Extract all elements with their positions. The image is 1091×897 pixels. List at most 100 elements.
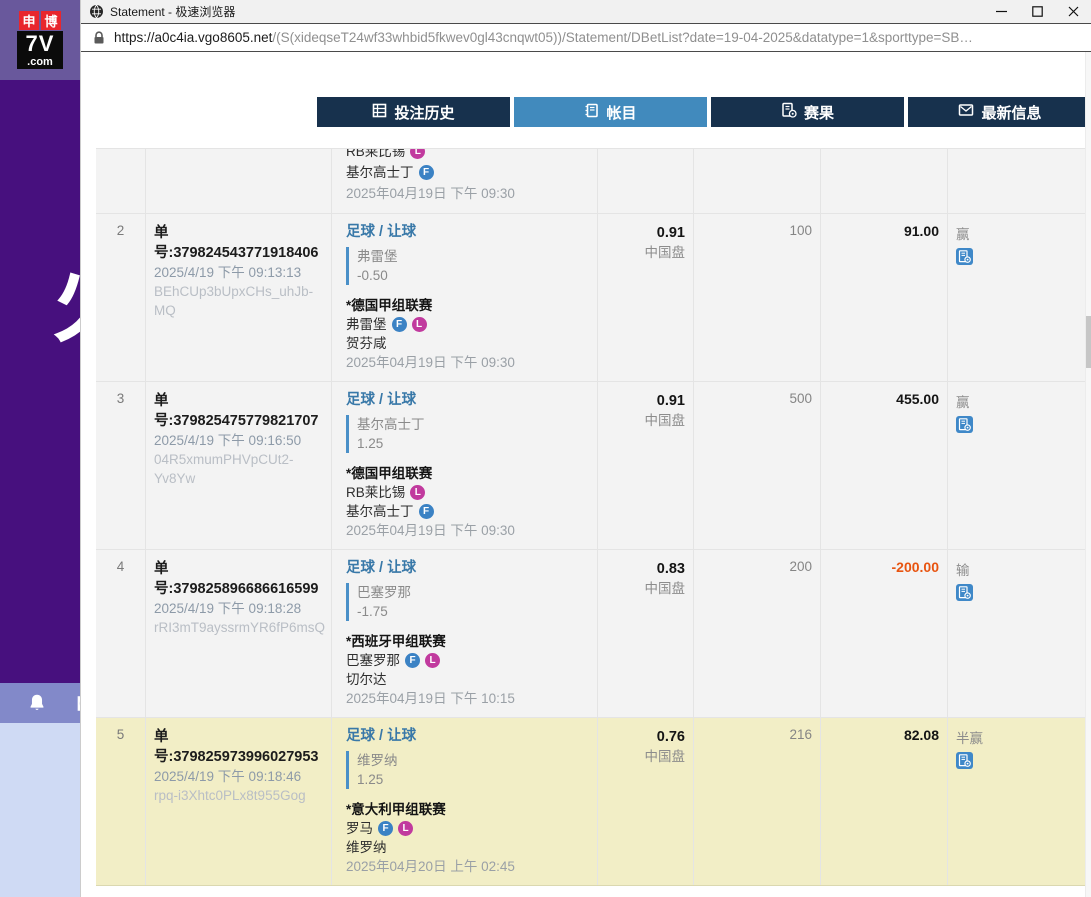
close-button[interactable] — [1055, 0, 1091, 23]
match-result-icon[interactable] — [956, 416, 973, 433]
maximize-button[interactable] — [1019, 0, 1055, 23]
odds-cell: 0.76 中国盘 — [598, 718, 694, 885]
subtotal-label: 小计 (赢) — [96, 886, 694, 897]
bet-ref-code: rRI3mT9ayssrmYR6fP6msQ — [154, 618, 323, 637]
tab-statement[interactable]: 帐目 — [514, 97, 707, 127]
status-cell: 输 — [948, 550, 1086, 717]
odds-type: 中国盘 — [606, 243, 685, 262]
detail-cell: 足球 / 让球 基尔高士丁 1.25 *德国甲组联赛 RB莱比锡 L 基尔高士丁… — [332, 382, 598, 549]
pick-team: 弗雷堡 — [357, 247, 589, 266]
league-name: *德国甲组联赛 — [346, 464, 589, 483]
notice-bar: 【 — [0, 683, 80, 723]
vertical-scrollbar[interactable] — [1085, 52, 1091, 897]
logo-block-bo: 博 — [41, 11, 61, 30]
market-link[interactable]: 足球 / 让球 — [346, 727, 416, 746]
team-name: 贺芬咸 — [346, 334, 387, 353]
market-link[interactable]: 足球 / 让球 — [346, 559, 416, 578]
row-index — [96, 149, 146, 213]
bet-ref-code: 04R5xmumPHVpCUt2-Yv8Yw — [154, 450, 323, 488]
bet-row: 2 单号:379824543771918406 2025/4/19 下午 09:… — [96, 214, 1086, 382]
home-team-line: 罗马 FL — [346, 819, 589, 838]
sidebar-lower-panel — [0, 723, 80, 897]
match-time: 2025年04月19日 下午 10:15 — [346, 689, 589, 708]
bet-row: 4 单号:379825896686616599 2025/4/19 下午 09:… — [96, 550, 1086, 718]
handicap-value: -0.50 — [357, 266, 589, 285]
mail-icon — [958, 103, 974, 121]
tab-label: 最新信息 — [981, 102, 1041, 123]
odds-cell — [598, 149, 694, 213]
order-cell: 单号:379825896686616599 2025/4/19 下午 09:18… — [146, 550, 332, 717]
home-team-line: 弗雷堡 FL — [346, 315, 589, 334]
tab-bet-history[interactable]: 投注历史 — [317, 97, 510, 127]
market-link[interactable]: 足球 / 让球 — [346, 391, 416, 410]
ledger-icon — [584, 103, 599, 122]
odds-cell: 0.91 中国盘 — [598, 382, 694, 549]
handicap-value: 1.25 — [357, 770, 589, 789]
home-team-line: RB莱比锡 L — [346, 149, 589, 162]
winloss-cell: 455.00 — [821, 382, 948, 549]
away-team-line: 切尔达 — [346, 670, 589, 689]
match-result-icon[interactable] — [956, 248, 973, 265]
team-name: 切尔达 — [346, 670, 387, 689]
status-label: 半赢 — [956, 727, 1078, 747]
window-titlebar: Statement - 极速浏览器 — [81, 0, 1091, 24]
bet-ref-code: BEhCUp3bUpxCHs_uhJb-MQ — [154, 282, 323, 320]
tab-results[interactable]: 赛果 — [711, 97, 904, 127]
scrollbar-thumb[interactable] — [1086, 316, 1091, 368]
status-cell: 赢 — [948, 382, 1086, 549]
match-time: 2025年04月19日 下午 09:30 — [346, 183, 589, 204]
league-name: *德国甲组联赛 — [346, 296, 589, 315]
window-title: Statement - 极速浏览器 — [110, 3, 235, 20]
logo-7v: 7V — [17, 31, 63, 56]
status-cell: 赢 — [948, 214, 1086, 381]
winloss-cell: 91.00 — [821, 214, 948, 381]
pick-block: 弗雷堡 -0.50 — [346, 247, 589, 285]
team-name: 维罗纳 — [346, 838, 387, 857]
market-link[interactable]: 足球 / 让球 — [346, 223, 416, 242]
f-badge: F — [419, 165, 434, 180]
bet-row: 5 单号:379825973996027953 2025/4/19 下午 09:… — [96, 718, 1086, 886]
status-cell: 半赢 — [948, 718, 1086, 885]
team-name: RB莱比锡 — [346, 483, 405, 502]
site-logo-area: 申 博 7V .com — [0, 0, 80, 80]
stake-cell: 500 — [694, 382, 821, 549]
handicap-value: 1.25 — [357, 434, 589, 453]
match-result-icon[interactable] — [956, 584, 973, 601]
odds-type: 中国盘 — [606, 411, 685, 430]
bell-icon[interactable] — [26, 692, 48, 714]
l-badge: L — [410, 485, 425, 500]
site-logo[interactable]: 申 博 7V .com — [17, 11, 63, 69]
subtotal-win: 1,348.08 — [821, 886, 948, 897]
site-sidebar: 申 博 7V .com 火 【 — [0, 0, 80, 897]
address-bar[interactable]: https://a0c4ia.vgo8605.net/(S(xideqseT24… — [81, 24, 1091, 52]
team-name: 弗雷堡 — [346, 315, 387, 334]
team-name: 基尔高士丁 — [346, 162, 414, 183]
odds-value: 0.91 — [606, 391, 685, 411]
f-badge: F — [405, 653, 420, 668]
results-icon — [781, 102, 797, 122]
row-index: 4 — [96, 550, 146, 717]
stake-cell: 100 — [694, 214, 821, 381]
row-index: 3 — [96, 382, 146, 549]
odds-value: 0.83 — [606, 559, 685, 579]
minimize-button[interactable] — [983, 0, 1019, 23]
tab-latest-news[interactable]: 最新信息 — [908, 97, 1091, 127]
browser-window: Statement - 极速浏览器 https://a0c4ia.vgo8605… — [80, 0, 1091, 897]
odds-value: 0.91 — [606, 223, 685, 243]
row-index: 2 — [96, 214, 146, 381]
odds-type: 中国盘 — [606, 579, 685, 598]
detail-cell: 足球 / 让球 巴塞罗那 -1.75 *西班牙甲组联赛 巴塞罗那 FL 切尔达 … — [332, 550, 598, 717]
match-result-icon[interactable] — [956, 752, 973, 769]
pick-block: 基尔高士丁 1.25 — [346, 415, 589, 453]
subtotal-stake — [694, 886, 821, 897]
f-badge: F — [419, 504, 434, 519]
stake-cell: 200 — [694, 550, 821, 717]
bet-time: 2025/4/19 下午 09:18:46 — [154, 767, 323, 786]
tab-label: 赛果 — [804, 102, 834, 123]
league-name: *意大利甲组联赛 — [346, 800, 589, 819]
row-index: 5 — [96, 718, 146, 885]
l-badge: L — [425, 653, 440, 668]
status-label: 赢 — [956, 223, 1078, 243]
odds-value: 0.76 — [606, 727, 685, 747]
home-team-line: RB莱比锡 L — [346, 483, 589, 502]
